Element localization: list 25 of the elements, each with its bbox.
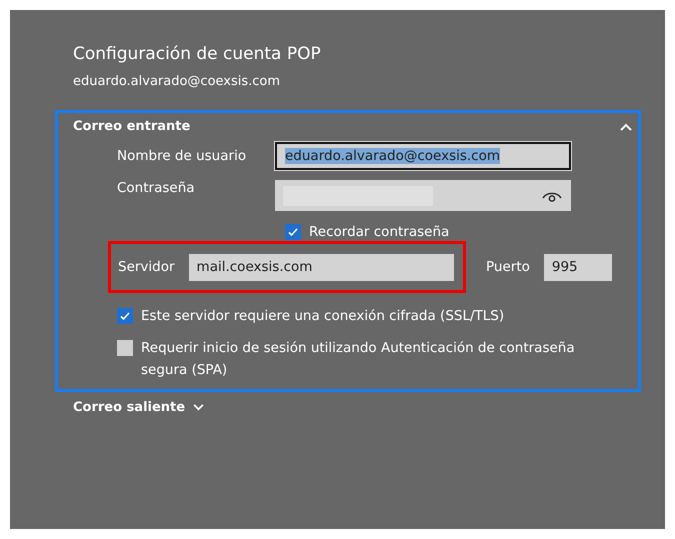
checkmark-icon bbox=[287, 226, 299, 238]
field-label: Servidor bbox=[118, 259, 175, 275]
dialog-title: Configuración de cuenta POP bbox=[73, 44, 322, 64]
checkbox[interactable] bbox=[117, 308, 133, 324]
account-email: eduardo.alvarado@coexsis.com bbox=[73, 74, 282, 89]
checkbox-label: Requerir inicio de sesión utilizando Autenticación de contraseña segura (SPA) bbox=[141, 339, 576, 380]
port-field[interactable]: 995 bbox=[544, 254, 612, 280]
option-checkbox[interactable]: Requerir inicio de sesión utilizando Autenticación de contraseña segura (SPA) bbox=[117, 337, 611, 381]
checkbox-label: Recordar contraseña bbox=[309, 223, 450, 242]
field-label: Puerto bbox=[486, 259, 530, 275]
chevron-up-icon[interactable] bbox=[620, 122, 632, 130]
incoming-section-header[interactable]: Correo entrante bbox=[73, 119, 190, 134]
password-field[interactable] bbox=[275, 180, 571, 211]
server-field[interactable]: mail.coexsis.com bbox=[188, 254, 454, 280]
option-checkbox[interactable]: Este servidor requiere una conexión cifrada (SSL/TLS) bbox=[117, 305, 611, 327]
checkbox[interactable] bbox=[285, 224, 301, 240]
chevron-down-icon[interactable] bbox=[193, 404, 204, 411]
checkbox-label: Este servidor requiere una conexión cifrada (SSL/TLS) bbox=[141, 307, 506, 326]
remember-password-checkbox[interactable]: Recordar contraseña bbox=[285, 221, 450, 243]
username-field[interactable]: eduardo.alvarado@coexsis.com bbox=[275, 142, 571, 170]
outgoing-section-header[interactable]: Correo saliente bbox=[73, 400, 186, 415]
field-label: Nombre de usuario bbox=[117, 148, 248, 164]
checkmark-icon bbox=[119, 310, 131, 322]
checkbox[interactable] bbox=[117, 340, 133, 356]
field-label: Contraseña bbox=[117, 180, 196, 196]
